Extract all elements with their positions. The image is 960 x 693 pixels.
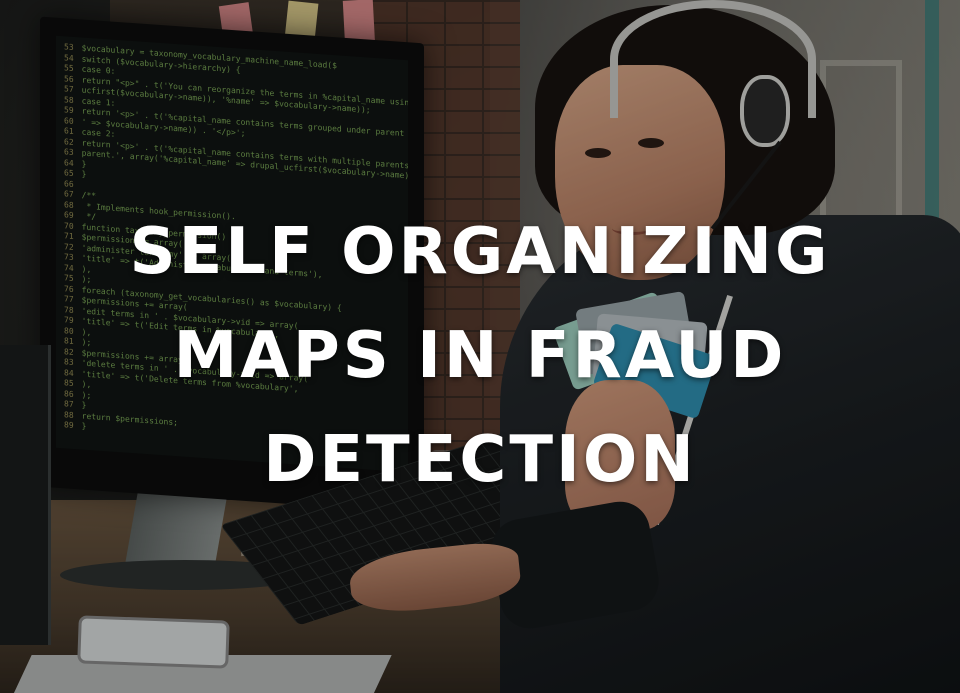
headline-line: SELF ORGANIZING [129, 215, 831, 289]
hero-image: 53 $vocabulary = taxonomy_vocabulary_mach… [0, 0, 960, 693]
headline-line: DETECTION [263, 423, 697, 497]
headline-line: MAPS IN FRAUD [173, 319, 787, 393]
headline: SELF ORGANIZING MAPS IN FRAUD DETECTION [0, 200, 960, 512]
